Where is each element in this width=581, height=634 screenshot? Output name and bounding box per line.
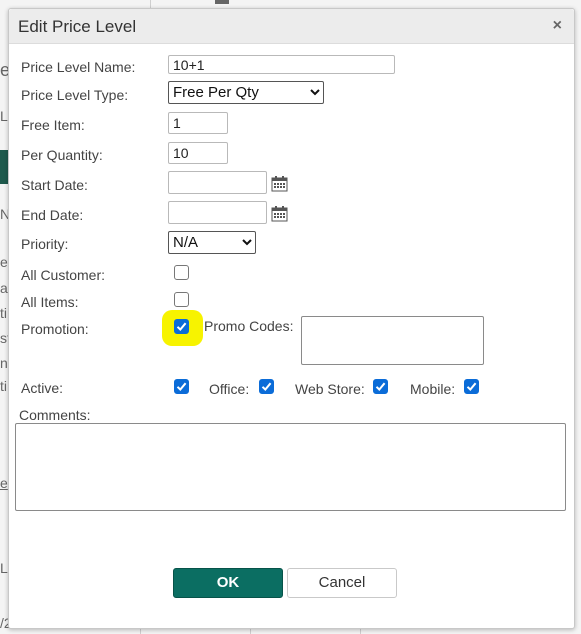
- priority-label: Priority:: [21, 236, 69, 252]
- checkmark-icon: [176, 322, 187, 331]
- promotion-checkbox[interactable]: [174, 319, 189, 334]
- per-quantity-label: Per Quantity:: [21, 147, 103, 163]
- background-text-fragment: n: [0, 355, 8, 371]
- ok-button[interactable]: OK: [173, 568, 283, 598]
- close-icon[interactable]: ×: [553, 17, 562, 35]
- start-date-input[interactable]: [168, 171, 267, 194]
- price-level-name-input[interactable]: [168, 55, 395, 74]
- background-text-fragment: ti: [0, 305, 7, 321]
- background-text-fragment: L: [0, 560, 8, 576]
- per-quantity-input[interactable]: [168, 142, 228, 164]
- background-text-fragment: e: [0, 475, 8, 491]
- web-store-checkbox[interactable]: [373, 379, 388, 394]
- all-customer-checkbox[interactable]: [174, 265, 189, 280]
- end-date-label: End Date:: [21, 207, 84, 223]
- comments-label: Comments:: [19, 407, 91, 423]
- active-label: Active:: [21, 380, 64, 396]
- background-text-fragment: e: [0, 254, 8, 270]
- free-item-input[interactable]: [168, 112, 228, 134]
- office-label: Office:: [209, 381, 250, 397]
- price-level-type-label: Price Level Type:: [21, 87, 129, 103]
- mobile-label: Mobile:: [410, 381, 456, 397]
- price-level-name-label: Price Level Name:: [21, 59, 136, 75]
- checkmark-icon: [176, 382, 187, 391]
- background-tab-fragment: [0, 150, 8, 184]
- background-text-fragment: a: [0, 280, 8, 296]
- promo-codes-label: Promo Codes:: [204, 318, 294, 334]
- background-text-fragment: ti: [0, 378, 7, 394]
- priority-select[interactable]: N/A: [168, 231, 256, 254]
- all-customer-label: All Customer:: [21, 267, 106, 283]
- background-divider: [150, 0, 151, 8]
- start-date-label: Start Date:: [21, 177, 88, 193]
- end-date-input[interactable]: [168, 201, 267, 224]
- price-level-type-select[interactable]: Free Per Qty: [168, 81, 324, 104]
- checkmark-icon: [261, 382, 272, 391]
- promo-codes-textarea[interactable]: [301, 316, 484, 365]
- all-items-checkbox[interactable]: [174, 292, 189, 307]
- active-checkbox[interactable]: [174, 379, 189, 394]
- calendar-icon[interactable]: [271, 205, 288, 222]
- background-divider: [215, 0, 229, 4]
- checkmark-icon: [375, 382, 386, 391]
- all-items-label: All Items:: [21, 294, 79, 310]
- web-store-label: Web Store:: [295, 381, 365, 397]
- cancel-button[interactable]: Cancel: [287, 568, 397, 598]
- dialog-title: Edit Price Level: [18, 17, 137, 36]
- comments-textarea[interactable]: [15, 423, 566, 511]
- checkmark-icon: [466, 382, 477, 391]
- edit-price-level-dialog: Edit Price Level × Price Level Name: Pri…: [8, 8, 575, 629]
- office-checkbox[interactable]: [259, 379, 274, 394]
- mobile-checkbox[interactable]: [464, 379, 479, 394]
- free-item-label: Free Item:: [21, 117, 85, 133]
- promotion-label: Promotion:: [21, 321, 89, 337]
- dialog-titlebar: Edit Price Level ×: [9, 9, 574, 44]
- calendar-icon[interactable]: [271, 175, 288, 192]
